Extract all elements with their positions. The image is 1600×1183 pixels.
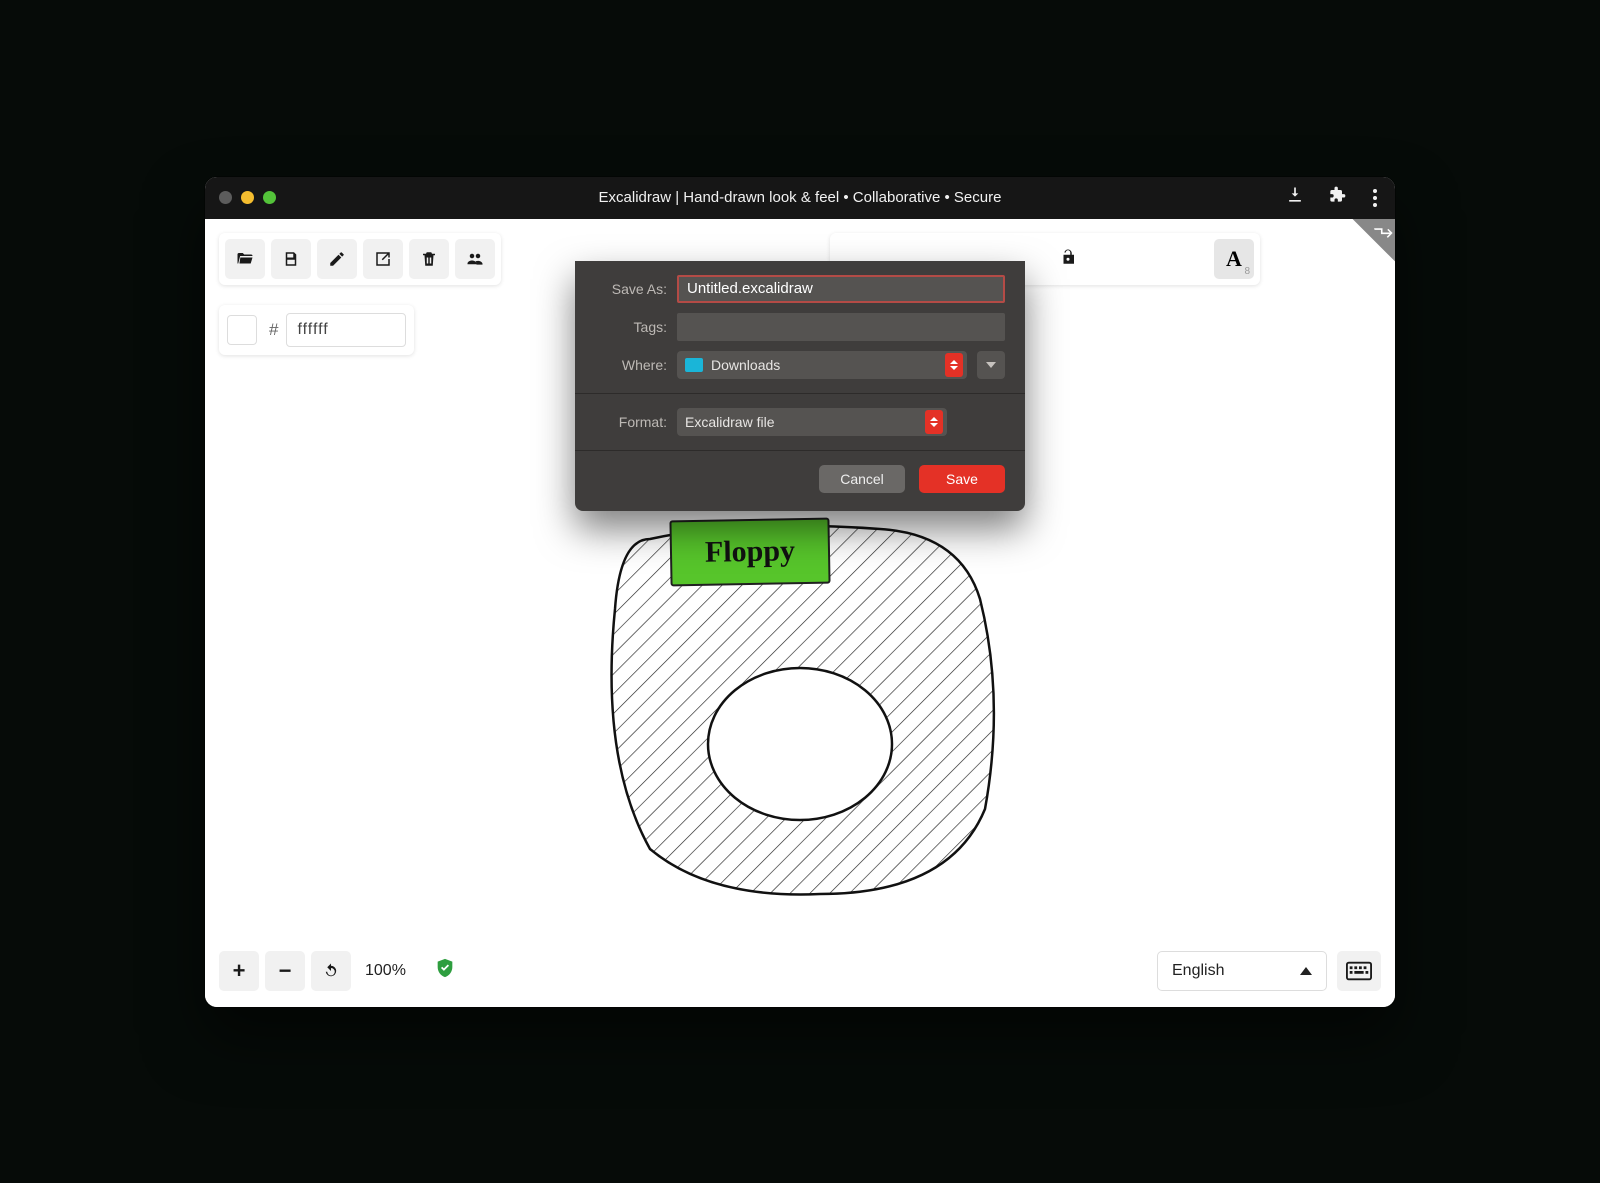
- reset-icon: [322, 962, 340, 980]
- extensions-icon[interactable]: [1327, 185, 1347, 210]
- select-stepper-icon: [925, 410, 943, 434]
- where-select[interactable]: Downloads: [677, 351, 967, 379]
- select-stepper-icon: [945, 353, 963, 377]
- lock-toggle[interactable]: [1050, 239, 1086, 275]
- save-button-label: Save: [946, 471, 978, 487]
- unlock-icon: [1059, 248, 1077, 266]
- app-content: A 8 #: [205, 219, 1395, 1007]
- titlebar: Excalidraw | Hand-drawn look & feel • Co…: [205, 177, 1395, 219]
- text-tool-button[interactable]: A 8: [1214, 239, 1254, 279]
- expand-browser-button[interactable]: [977, 351, 1005, 379]
- drawing-label[interactable]: Floppy: [669, 517, 830, 586]
- encryption-shield[interactable]: [434, 957, 456, 984]
- format-label: Format:: [595, 414, 667, 430]
- where-value: Downloads: [711, 357, 780, 373]
- cancel-button[interactable]: Cancel: [819, 465, 905, 493]
- folder-icon: [685, 358, 703, 372]
- keyboard-icon: [1346, 961, 1372, 981]
- tags-label: Tags:: [595, 319, 667, 335]
- bottom-right-controls: English: [1157, 951, 1381, 991]
- shield-check-icon: [434, 957, 456, 979]
- save-button[interactable]: [271, 239, 311, 279]
- save-confirm-button[interactable]: Save: [919, 465, 1005, 493]
- window-zoom-dot[interactable]: [263, 191, 276, 204]
- export-icon: [374, 250, 392, 268]
- save-as-button[interactable]: [317, 239, 357, 279]
- window-close-dot[interactable]: [219, 191, 232, 204]
- browser-window: Excalidraw | Hand-drawn look & feel • Co…: [205, 177, 1395, 1007]
- titlebar-actions: [1285, 185, 1381, 210]
- window-minimize-dot[interactable]: [241, 191, 254, 204]
- collaborate-button[interactable]: [455, 239, 495, 279]
- keyboard-shortcuts-button[interactable]: [1337, 951, 1381, 991]
- folder-open-icon: [236, 250, 254, 268]
- trash-icon: [420, 250, 438, 268]
- color-panel: #: [219, 305, 414, 355]
- clear-canvas-button[interactable]: [409, 239, 449, 279]
- users-icon: [466, 250, 484, 268]
- save-dialog-main: Save As: Tags: Where: Downloads: [575, 261, 1025, 394]
- github-corner[interactable]: [1335, 219, 1395, 279]
- install-app-icon[interactable]: [1285, 185, 1305, 210]
- save-dialog: Save As: Tags: Where: Downloads: [575, 261, 1025, 511]
- save-dialog-format: Format: Excalidraw file: [575, 394, 1025, 451]
- language-select[interactable]: English: [1157, 951, 1327, 991]
- hash-label: #: [265, 320, 278, 340]
- format-select[interactable]: Excalidraw file: [677, 408, 947, 436]
- zoom-out-button[interactable]: −: [265, 951, 305, 991]
- text-tool-glyph: A: [1226, 246, 1242, 272]
- traffic-lights: [219, 191, 276, 204]
- text-tool-index: 8: [1244, 266, 1250, 277]
- save-as-label: Save As:: [595, 281, 667, 297]
- zoom-in-button[interactable]: +: [219, 951, 259, 991]
- open-button[interactable]: [225, 239, 265, 279]
- save-as-input[interactable]: [677, 275, 1005, 303]
- drawing-label-text: Floppy: [705, 534, 796, 570]
- pencil-save-icon: [328, 250, 346, 268]
- language-value: English: [1172, 962, 1224, 980]
- floppy-icon: [282, 250, 300, 268]
- file-toolbar: [219, 233, 501, 285]
- color-swatch[interactable]: [227, 315, 257, 345]
- cancel-button-label: Cancel: [840, 471, 884, 487]
- zoom-level: 100%: [357, 962, 414, 980]
- tags-input[interactable]: [677, 313, 1005, 341]
- zoom-reset-button[interactable]: [311, 951, 351, 991]
- save-dialog-actions: Cancel Save: [575, 451, 1025, 511]
- where-label: Where:: [595, 357, 667, 373]
- zoom-controls: + − 100%: [219, 951, 456, 991]
- hex-input[interactable]: [286, 313, 406, 347]
- format-value: Excalidraw file: [685, 414, 774, 430]
- titlebar-title: Excalidraw | Hand-drawn look & feel • Co…: [205, 189, 1395, 206]
- browser-menu-icon[interactable]: [1369, 187, 1381, 209]
- dropdown-caret-icon: [1300, 967, 1312, 975]
- export-button[interactable]: [363, 239, 403, 279]
